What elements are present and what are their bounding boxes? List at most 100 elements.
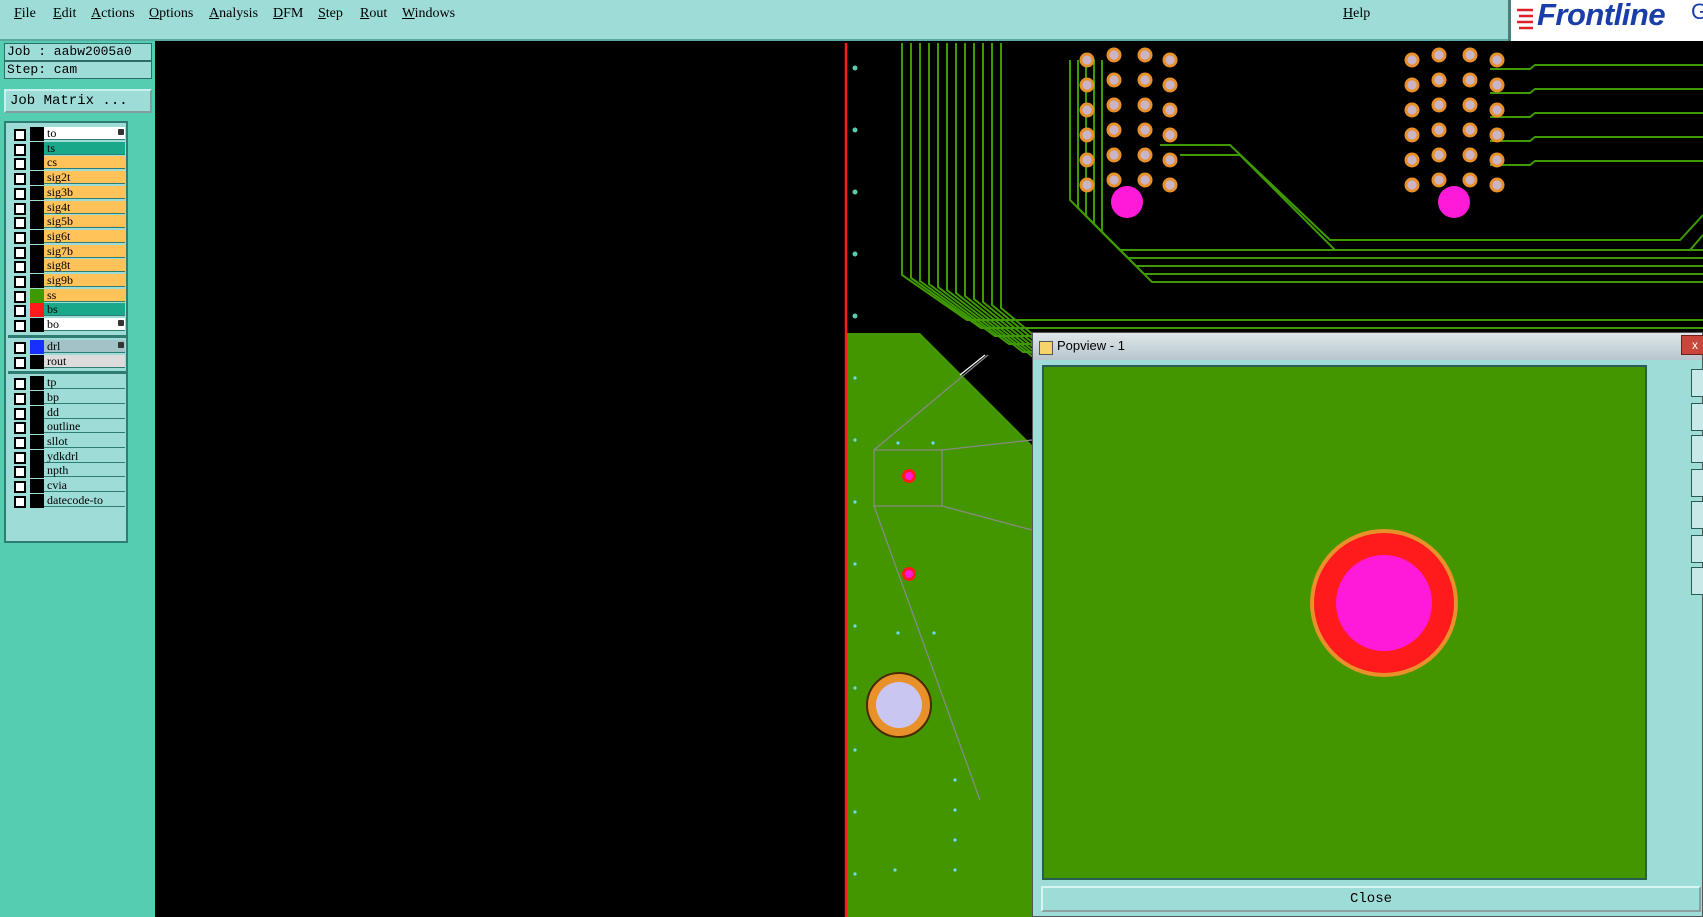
tool-button-5[interactable] <box>1691 501 1703 529</box>
tool-button-2[interactable] <box>1691 403 1703 431</box>
menu-file[interactable]: File <box>14 6 36 22</box>
layer-row-cvia[interactable]: cvia <box>8 479 126 494</box>
menu-dfm[interactable]: DFM <box>273 6 303 22</box>
bga-pad-hole <box>1165 80 1175 90</box>
layer-checkbox[interactable] <box>14 143 26 156</box>
bga-pad-hole <box>1140 100 1150 110</box>
layer-checkbox[interactable] <box>14 158 26 171</box>
layer-row-outline[interactable]: outline <box>8 420 126 435</box>
bga-pad-hole <box>1492 155 1502 165</box>
layer-checkbox[interactable] <box>14 187 26 200</box>
bga-pad-hole <box>1109 150 1119 160</box>
layer-checkbox[interactable] <box>14 422 26 435</box>
layer-row-to[interactable]: to <box>8 127 126 141</box>
layer-row-sig2t[interactable]: sig2t <box>8 171 126 186</box>
layer-checkbox[interactable] <box>14 437 26 449</box>
outline-dot <box>853 872 857 876</box>
layer-checkbox[interactable] <box>14 451 26 464</box>
layer-row-sig7b[interactable]: sig7b <box>8 244 126 259</box>
outline-dot <box>853 810 857 814</box>
layer-row-npth[interactable]: npth <box>8 464 126 479</box>
layer-checkbox[interactable] <box>14 495 26 508</box>
bga-pad-hole <box>1109 125 1119 135</box>
layer-row-bo[interactable]: bo <box>8 318 126 333</box>
menu-rout[interactable]: Rout <box>360 6 387 22</box>
outline-dot <box>853 500 857 504</box>
layer-checkbox[interactable] <box>14 378 26 391</box>
layer-row-tp[interactable]: tp <box>8 376 126 391</box>
tool-button-3[interactable] <box>1691 435 1703 463</box>
layer-row-sig9b[interactable]: sig9b <box>8 274 126 288</box>
layer-checkbox[interactable] <box>14 231 26 244</box>
layer-row-sig3b[interactable]: sig3b <box>8 185 126 200</box>
layer-checkbox[interactable] <box>14 217 26 230</box>
menu-analysis[interactable]: Analysis <box>209 6 258 22</box>
popview-window: Popview - 1 x Close <box>1032 332 1703 917</box>
layer-row-sig4t[interactable]: sig4t <box>8 200 126 215</box>
board-dot <box>953 868 957 872</box>
menu-edit[interactable]: Edit <box>53 6 76 22</box>
layer-checkbox[interactable] <box>14 173 26 186</box>
layer-color-swatch <box>30 479 44 494</box>
menu-step[interactable]: Step <box>318 6 343 22</box>
layer-checkbox[interactable] <box>14 202 26 215</box>
layer-checkbox[interactable] <box>14 290 26 303</box>
layer-row-sig8t[interactable]: sig8t <box>8 259 126 274</box>
menu-options[interactable]: Options <box>149 6 193 22</box>
layer-name: tp <box>44 376 125 390</box>
layer-checkbox[interactable] <box>14 341 26 354</box>
layer-row-sllot[interactable]: sllot <box>8 435 126 449</box>
layer-checkbox[interactable] <box>14 320 26 333</box>
layer-color-swatch <box>30 185 44 200</box>
popview-canvas[interactable] <box>1042 365 1647 880</box>
layer-row-rout[interactable]: rout <box>8 354 126 369</box>
layer-checkbox[interactable] <box>14 129 26 141</box>
close-icon[interactable]: x <box>1681 335 1703 355</box>
board-dot <box>896 441 900 445</box>
layer-color-swatch <box>30 127 44 141</box>
layer-name: rout <box>44 354 125 368</box>
layer-checkbox[interactable] <box>14 276 26 288</box>
bga-pad-hole <box>1465 150 1475 160</box>
layer-checkbox[interactable] <box>14 407 26 420</box>
layer-row-bp[interactable]: bp <box>8 390 126 405</box>
tool-button-6[interactable] <box>1691 535 1703 563</box>
bga-pad-hole <box>1109 75 1119 85</box>
layer-checkbox[interactable] <box>14 356 26 369</box>
layer-row-cs[interactable]: cs <box>8 156 126 171</box>
bga-pad-hole <box>1492 180 1502 190</box>
layer-color-swatch <box>30 244 44 259</box>
layer-row-sig6t[interactable]: sig6t <box>8 229 126 244</box>
menu-windows[interactable]: Windows <box>402 6 455 22</box>
popview-titlebar[interactable]: Popview - 1 x <box>1033 333 1703 360</box>
layer-row-datecode-to[interactable]: datecode-to <box>8 493 126 508</box>
layer-checkbox[interactable] <box>14 466 26 479</box>
outline-dot <box>853 376 857 380</box>
menu-help[interactable]: Help <box>1343 6 1370 22</box>
layer-checkbox[interactable] <box>14 481 26 494</box>
layer-checkbox[interactable] <box>14 246 26 259</box>
layer-row-ss[interactable]: ss <box>8 288 126 303</box>
layer-checkbox[interactable] <box>14 392 26 405</box>
layer-row-sig5b[interactable]: sig5b <box>8 215 126 230</box>
layer-row-ts[interactable]: ts <box>8 141 126 156</box>
outline-dot <box>853 624 857 628</box>
job-matrix-button[interactable]: Job Matrix ... <box>4 89 152 113</box>
menu-actions[interactable]: Actions <box>91 6 135 22</box>
close-button[interactable]: Close <box>1041 886 1701 912</box>
tool-button-1[interactable] <box>1691 369 1703 397</box>
board-dot <box>931 441 935 445</box>
tool-button-7[interactable] <box>1691 567 1703 595</box>
layer-color-swatch <box>30 435 44 449</box>
layer-row-ydkdrl[interactable]: ydkdrl <box>8 449 126 464</box>
layer-color-swatch <box>30 376 44 391</box>
layer-row-drl[interactable]: drl <box>8 339 126 354</box>
outline-dot <box>853 562 857 566</box>
layer-row-bs[interactable]: bs <box>8 303 126 318</box>
layer-row-dd[interactable]: dd <box>8 405 126 420</box>
layer-checkbox[interactable] <box>14 305 26 318</box>
layer-checkbox[interactable] <box>14 261 26 274</box>
layer-color-swatch <box>30 339 44 354</box>
layer-marker-icon <box>118 341 124 348</box>
tool-button-4[interactable] <box>1691 469 1703 497</box>
